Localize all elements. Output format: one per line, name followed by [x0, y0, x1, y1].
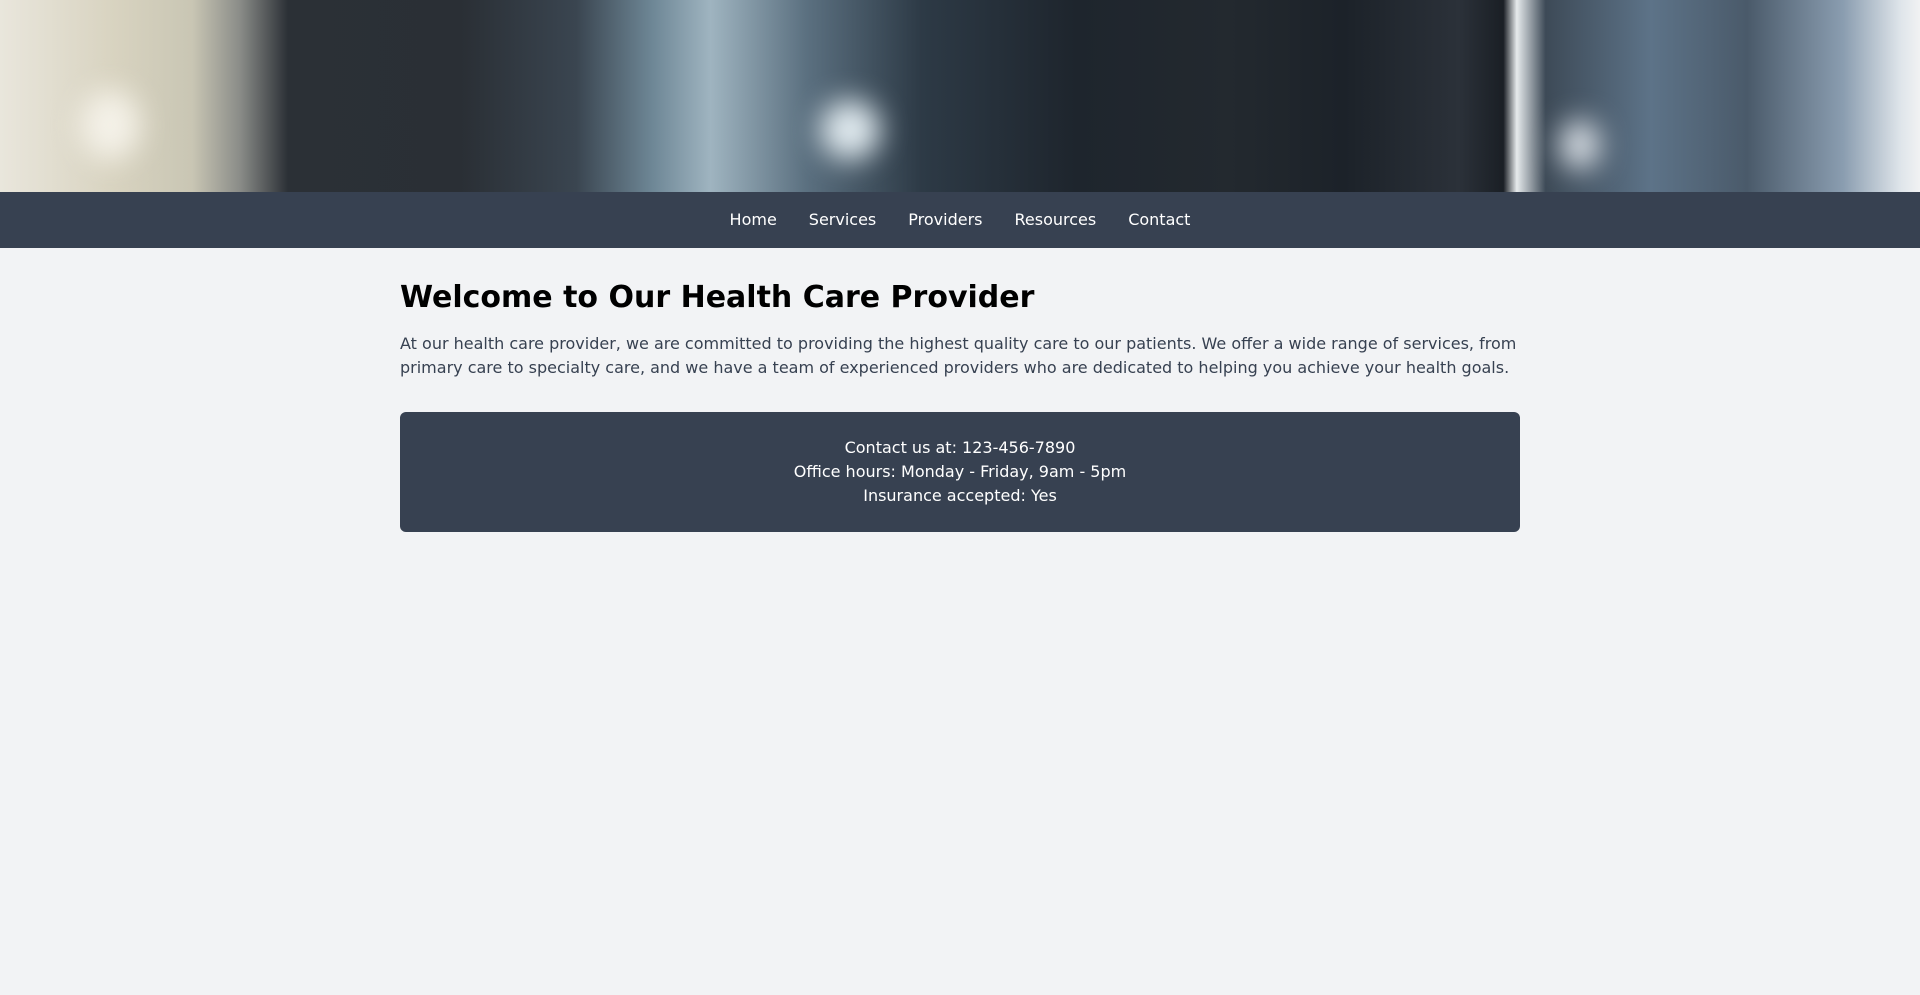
contact-info-box: Contact us at: 123-456-7890 Office hours… [400, 412, 1520, 532]
nav-item-home[interactable]: Home [714, 192, 793, 248]
nav-item-resources[interactable]: Resources [998, 192, 1112, 248]
intro-paragraph: At our health care provider, we are comm… [400, 334, 1517, 377]
nav-item-contact[interactable]: Contact [1112, 192, 1206, 248]
nav-item-services[interactable]: Services [793, 192, 892, 248]
main-content: Welcome to Our Health Care Provider At o… [400, 248, 1520, 532]
hero-banner-image [0, 0, 1920, 192]
hero-blur-highlight [820, 100, 880, 160]
insurance-status: Insurance accepted: Yes [863, 486, 1057, 505]
main-navigation: Home Services Providers Resources Contac… [0, 192, 1920, 248]
hero-blur-highlight [1560, 120, 1600, 170]
page-title: Welcome to Our Health Care Provider [400, 280, 1035, 315]
contact-phone: Contact us at: 123-456-7890 [844, 438, 1076, 457]
nav-item-providers[interactable]: Providers [892, 192, 998, 248]
hero-blur-highlight [80, 90, 140, 160]
office-hours: Office hours: Monday - Friday, 9am - 5pm [793, 462, 1127, 481]
